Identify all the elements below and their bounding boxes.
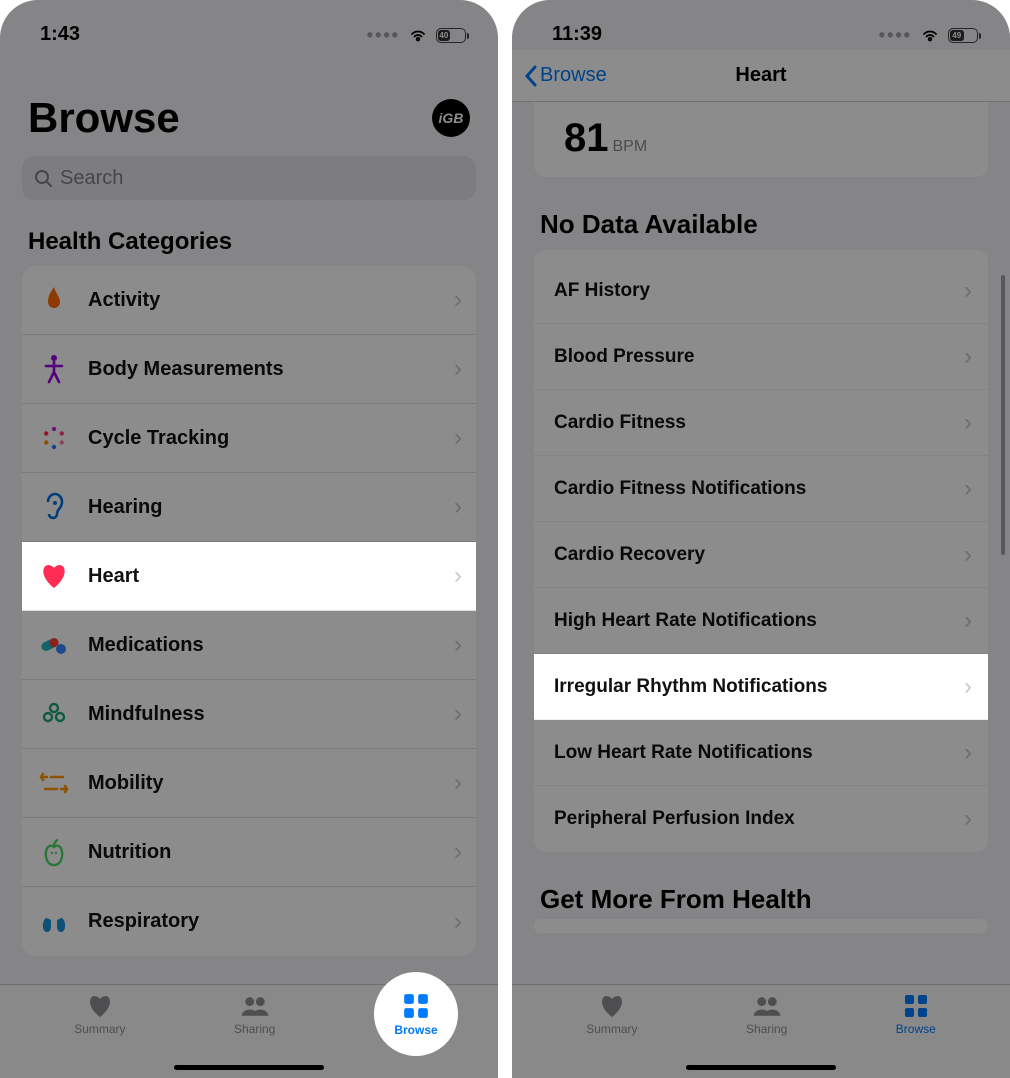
row-low-hr-notifications[interactable]: Low Heart Rate Notifications› (534, 720, 988, 786)
chevron-right-icon: › (964, 805, 972, 833)
tab-bar: Summary Sharing Browse (512, 984, 1010, 1078)
row-medications[interactable]: Medications › (22, 611, 476, 680)
cellular-dots-icon: •••• (879, 25, 912, 46)
chevron-right-icon: › (964, 607, 972, 635)
home-indicator (174, 1065, 324, 1070)
row-label: Nutrition (88, 841, 436, 864)
nav-title: Heart (735, 64, 786, 87)
row-activity[interactable]: Activity › (22, 266, 476, 335)
phone-left: 1:43 •••• 40 Browse iGB Search Health Ca… (0, 0, 498, 1078)
section-header: Health Categories (0, 200, 498, 266)
nutrition-icon (38, 836, 70, 868)
status-bar: 11:39 •••• 49 (512, 0, 1010, 50)
chevron-right-icon: › (454, 700, 462, 728)
body-icon (38, 353, 70, 385)
ear-icon (38, 491, 70, 523)
browse-tab-highlight[interactable]: Browse (374, 972, 458, 1056)
status-bar: 1:43 •••• 40 (0, 0, 498, 50)
row-label: Cycle Tracking (88, 427, 436, 450)
row-label: Mindfulness (88, 703, 436, 726)
chevron-right-icon: › (454, 838, 462, 866)
chevron-right-icon: › (454, 424, 462, 452)
back-button[interactable]: Browse (524, 64, 607, 87)
tab-browse[interactable]: Browse (896, 993, 936, 1078)
mindfulness-icon (38, 698, 70, 730)
row-cycle-tracking[interactable]: Cycle Tracking › (22, 404, 476, 473)
row-heart[interactable]: Heart › (22, 542, 476, 611)
row-label: Activity (88, 289, 436, 312)
battery-icon: 49 (948, 28, 978, 43)
wifi-icon (408, 28, 428, 43)
row-irregular-rhythm-notifications[interactable]: Irregular Rhythm Notifications› (534, 654, 988, 720)
tab-summary[interactable]: Summary (74, 993, 125, 1078)
home-indicator (686, 1065, 836, 1070)
grid-icon (402, 992, 430, 1020)
lungs-icon (38, 906, 70, 938)
chevron-right-icon: › (454, 493, 462, 521)
page-title: Browse iGB (0, 50, 498, 142)
get-more-card[interactable] (534, 919, 988, 933)
flame-icon (38, 284, 70, 316)
row-hearing[interactable]: Hearing › (22, 473, 476, 542)
no-data-header: No Data Available (512, 191, 1010, 250)
categories-list: Activity › Body Measurements › Cycle Tra… (22, 266, 476, 956)
row-peripheral-perfusion[interactable]: Peripheral Perfusion Index› (534, 786, 988, 852)
heart-solid-icon (597, 993, 627, 1019)
row-cardio-recovery[interactable]: Cardio Recovery› (534, 522, 988, 588)
row-high-hr-notifications[interactable]: High Heart Rate Notifications› (534, 588, 988, 654)
tab-summary[interactable]: Summary (586, 993, 637, 1078)
people-icon (240, 993, 270, 1019)
people-icon (752, 993, 782, 1019)
chevron-right-icon: › (964, 343, 972, 371)
search-icon (34, 169, 53, 188)
mobility-icon (38, 767, 70, 799)
chevron-right-icon: › (964, 739, 972, 767)
cycle-icon (38, 422, 70, 454)
row-af-history[interactable]: AF History› (534, 258, 988, 324)
grid-icon (901, 993, 931, 1019)
row-cardio-fitness-notifications[interactable]: Cardio Fitness Notifications› (534, 456, 988, 522)
row-cardio-fitness[interactable]: Cardio Fitness› (534, 390, 988, 456)
heart-icon (38, 560, 70, 592)
chevron-right-icon: › (454, 769, 462, 797)
get-more-header: Get More From Health (512, 866, 1010, 919)
chevron-right-icon: › (964, 541, 972, 569)
chevron-right-icon: › (454, 908, 462, 936)
chevron-right-icon: › (964, 409, 972, 437)
row-respiratory[interactable]: Respiratory › (22, 887, 476, 956)
row-label: Mobility (88, 772, 436, 795)
search-input[interactable]: Search (22, 156, 476, 200)
nav-bar: Browse Heart (512, 50, 1010, 102)
row-label: Hearing (88, 496, 436, 519)
chevron-right-icon: › (454, 355, 462, 383)
row-mobility[interactable]: Mobility › (22, 749, 476, 818)
row-mindfulness[interactable]: Mindfulness › (22, 680, 476, 749)
row-label: Respiratory (88, 910, 436, 933)
heart-solid-icon (85, 993, 115, 1019)
phone-right: 11:39 •••• 49 Browse Heart 81BPM No Data… (512, 0, 1010, 1078)
row-label: Heart (88, 565, 436, 588)
row-label: Body Measurements (88, 358, 436, 381)
chevron-right-icon: › (454, 631, 462, 659)
row-body-measurements[interactable]: Body Measurements › (22, 335, 476, 404)
pill-icon (38, 629, 70, 661)
clock: 11:39 (552, 23, 602, 46)
chevron-right-icon: › (454, 562, 462, 590)
scrollbar[interactable] (1001, 275, 1005, 555)
wifi-icon (920, 28, 940, 43)
cellular-dots-icon: •••• (367, 25, 400, 46)
data-list: AF History› Blood Pressure› Cardio Fitne… (534, 250, 988, 852)
heart-rate-value: 81BPM (534, 110, 988, 177)
row-blood-pressure[interactable]: Blood Pressure› (534, 324, 988, 390)
profile-avatar[interactable]: iGB (432, 99, 470, 137)
chevron-right-icon: › (964, 673, 972, 701)
row-label: Medications (88, 634, 436, 657)
chevron-right-icon: › (964, 475, 972, 503)
chevron-left-icon (524, 65, 538, 87)
battery-icon: 40 (436, 28, 466, 43)
chevron-right-icon: › (454, 286, 462, 314)
row-nutrition[interactable]: Nutrition › (22, 818, 476, 887)
chevron-right-icon: › (964, 277, 972, 305)
clock: 1:43 (40, 23, 80, 46)
